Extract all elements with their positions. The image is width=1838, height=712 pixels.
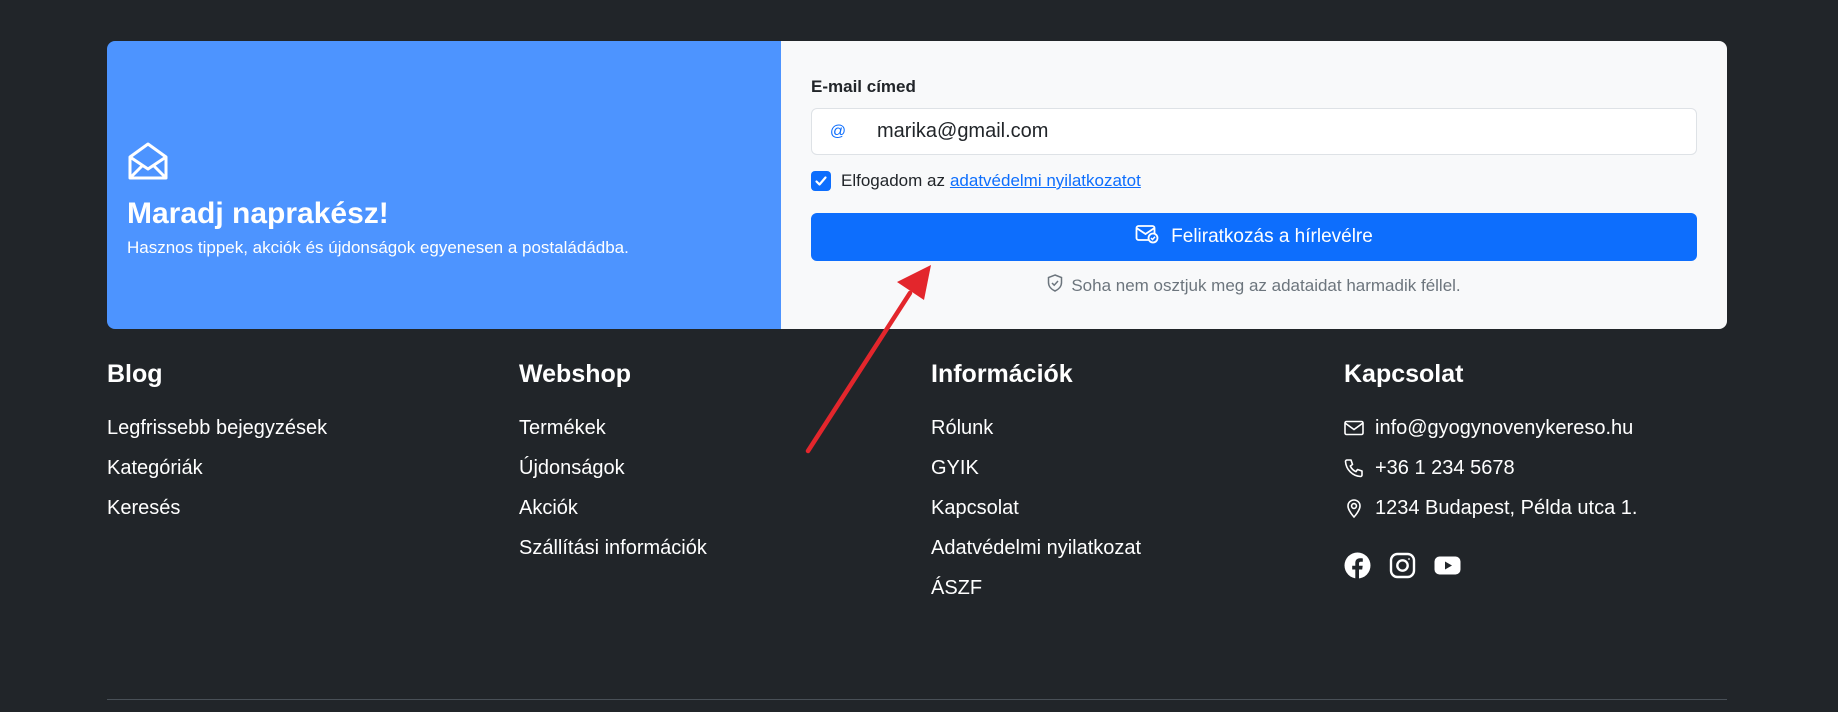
newsletter-intro: Maradj naprakész! Hasznos tippek, akciók… bbox=[107, 41, 781, 329]
footer-col-webshop: Webshop Termékek Újdonságok Akciók Száll… bbox=[519, 360, 707, 568]
footer-link[interactable]: Kategóriák bbox=[107, 448, 327, 488]
footer-heading-info: Információk bbox=[931, 360, 1073, 388]
footer-heading-contact: Kapcsolat bbox=[1344, 360, 1464, 388]
footer-heading-webshop: Webshop bbox=[519, 360, 632, 388]
contact-phone[interactable]: +36 1 234 5678 bbox=[1344, 448, 1637, 488]
footer-heading-blog: Blog bbox=[107, 360, 163, 388]
shield-check-icon bbox=[1047, 274, 1063, 297]
youtube-icon[interactable] bbox=[1434, 552, 1461, 579]
social-links bbox=[1344, 552, 1637, 579]
envelope-check-icon bbox=[1135, 224, 1159, 250]
map-pin-icon bbox=[1344, 498, 1364, 518]
footer-link[interactable]: Keresés bbox=[107, 488, 327, 528]
consent-checkbox[interactable] bbox=[811, 171, 831, 191]
footer-col-info: Információk Rólunk GYIK Kapcsolat Adatvé… bbox=[931, 360, 1141, 608]
footer-link[interactable]: Legfrissebb bejegyzések bbox=[107, 408, 327, 448]
privacy-note: Soha nem osztjuk meg az adataidat harmad… bbox=[811, 274, 1697, 297]
footer-col-blog: Blog Legfrissebb bejegyzések Kategóriák … bbox=[107, 360, 327, 528]
consent-text: Elfogadom az bbox=[841, 171, 945, 190]
newsletter-form: E-mail címed @ Elfogadom az adatvédelmi … bbox=[781, 41, 1727, 329]
footer-link[interactable]: Kapcsolat bbox=[931, 488, 1141, 528]
footer-link[interactable]: Termékek bbox=[519, 408, 707, 448]
newsletter-card: Maradj naprakész! Hasznos tippek, akciók… bbox=[107, 41, 1727, 329]
contact-phone-text: +36 1 234 5678 bbox=[1375, 456, 1515, 479]
phone-icon bbox=[1344, 458, 1364, 478]
email-input[interactable] bbox=[864, 109, 1696, 154]
email-input-group: @ bbox=[811, 108, 1697, 155]
facebook-icon[interactable] bbox=[1344, 552, 1371, 579]
footer-link[interactable]: Újdonságok bbox=[519, 448, 707, 488]
footer-link[interactable]: Adatvédelmi nyilatkozat bbox=[931, 528, 1141, 568]
consent-row: Elfogadom az adatvédelmi nyilatkozatot bbox=[811, 171, 1697, 191]
footer-link[interactable]: Szállítási információk bbox=[519, 528, 707, 568]
contact-address-text: 1234 Budapest, Példa utca 1. bbox=[1375, 496, 1638, 519]
privacy-note-text: Soha nem osztjuk meg az adataidat harmad… bbox=[1071, 275, 1461, 295]
footer-link[interactable]: ÁSZF bbox=[931, 568, 1141, 608]
subscribe-button-label: Feliratkozás a hírlevélre bbox=[1171, 226, 1373, 247]
envelope-icon bbox=[1344, 420, 1364, 436]
contact-address: 1234 Budapest, Példa utca 1. bbox=[1344, 488, 1637, 528]
contact-email-text: info@gyogynovenykereso.hu bbox=[1375, 416, 1634, 439]
newsletter-subtitle: Hasznos tippek, akciók és újdonságok egy… bbox=[127, 237, 629, 257]
checkmark-icon bbox=[815, 176, 827, 186]
footer-col-contact: Kapcsolat info@gyogynovenykereso.hu +36 … bbox=[1344, 360, 1637, 579]
subscribe-button[interactable]: Feliratkozás a hírlevélre bbox=[811, 213, 1697, 261]
email-label: E-mail címed bbox=[811, 77, 916, 96]
instagram-icon[interactable] bbox=[1389, 552, 1416, 579]
envelope-open-icon bbox=[127, 141, 169, 181]
newsletter-title: Maradj naprakész! bbox=[127, 196, 389, 230]
privacy-policy-link[interactable]: adatvédelmi nyilatkozatot bbox=[950, 171, 1141, 191]
footer-divider bbox=[107, 699, 1727, 700]
footer-link[interactable]: GYIK bbox=[931, 448, 1141, 488]
footer-link[interactable]: Akciók bbox=[519, 488, 707, 528]
at-sign-icon: @ bbox=[829, 122, 847, 140]
footer-link[interactable]: Rólunk bbox=[931, 408, 1141, 448]
contact-email[interactable]: info@gyogynovenykereso.hu bbox=[1344, 408, 1637, 448]
